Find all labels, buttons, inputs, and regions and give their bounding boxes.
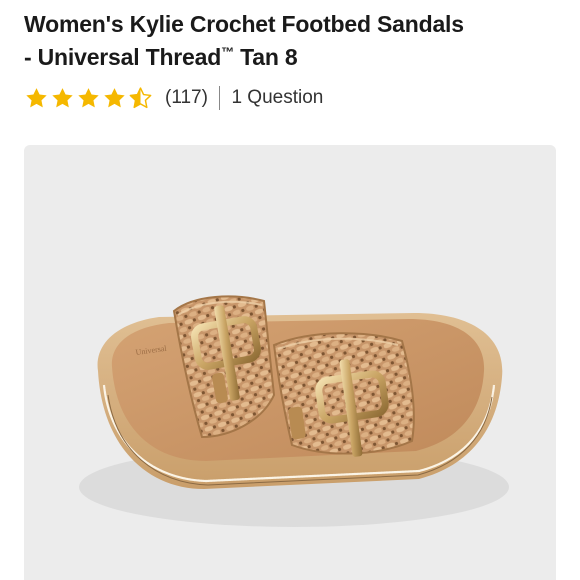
rating-row: (117) 1 Question xyxy=(24,84,323,112)
brand-name: - Universal Thread xyxy=(24,44,222,70)
size-color-label: Tan 8 xyxy=(233,44,298,70)
review-count-link[interactable]: (117) xyxy=(165,87,208,109)
star-full-icon xyxy=(26,87,47,107)
product-title-line2: - Universal Thread™ Tan 8 xyxy=(24,41,564,74)
rating-divider xyxy=(218,86,221,110)
trademark-symbol: ™ xyxy=(221,44,234,60)
product-title: Women's Kylie Crochet Footbed Sandals - … xyxy=(24,8,564,74)
questions-link[interactable]: 1 Question xyxy=(231,87,323,109)
sandal-image: Universal xyxy=(79,295,509,527)
star-full-icon xyxy=(78,87,99,107)
product-image[interactable]: Universal xyxy=(24,145,556,580)
star-half-icon xyxy=(129,86,152,108)
star-full-icon xyxy=(104,87,125,107)
star-full-icon xyxy=(52,87,73,107)
star-rating[interactable] xyxy=(24,86,153,111)
product-title-line1: Women's Kylie Crochet Footbed Sandals xyxy=(24,11,464,37)
